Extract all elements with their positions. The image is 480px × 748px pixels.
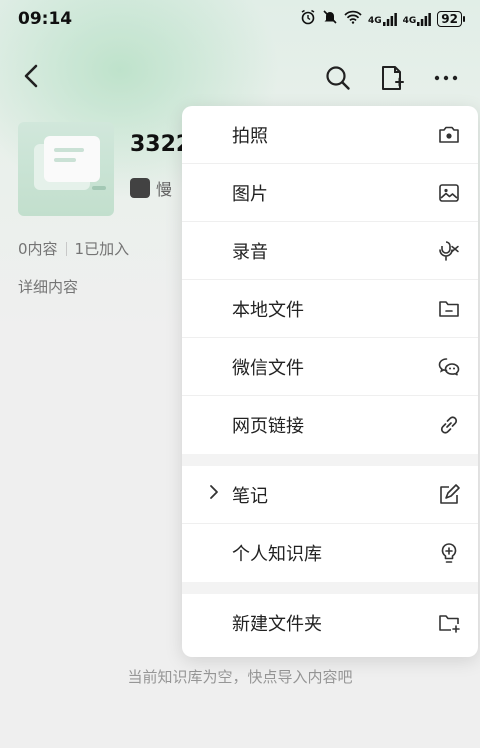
menu-item-image[interactable]: 图片 (182, 164, 478, 222)
menu-item-label: 本地文件 (232, 299, 304, 321)
menu-item-label: 网页链接 (232, 416, 304, 437)
image-icon (436, 180, 462, 206)
menu-item-camera[interactable]: 拍照 (182, 106, 478, 164)
menu-item-label: 笔记 (232, 485, 268, 507)
menu-group-divider (182, 582, 478, 594)
menu-item-record[interactable]: 录音 (182, 222, 478, 280)
menu-item-personal-kb[interactable]: 个人知识库 (182, 524, 478, 582)
new-folder-icon (436, 610, 462, 636)
wechat-icon (436, 354, 462, 380)
edit-icon (436, 482, 462, 508)
link-icon (436, 412, 462, 438)
chevron-right-icon (208, 484, 220, 505)
folder-icon (436, 296, 462, 322)
add-content-menu: 拍照 图片 录音 本地文件 微信文件 网页链接 笔记 个人知识库 新建文件夹 (182, 106, 478, 657)
menu-item-label: 新建文件夹 (232, 614, 322, 635)
camera-icon (436, 122, 462, 148)
menu-item-label: 微信文件 (232, 357, 304, 379)
menu-item-label: 录音 (232, 241, 268, 263)
microphone-icon (436, 238, 462, 264)
menu-item-label: 拍照 (232, 125, 268, 147)
bulb-icon (436, 540, 462, 566)
menu-item-wechat-file[interactable]: 微信文件 (182, 338, 478, 396)
menu-item-local-file[interactable]: 本地文件 (182, 280, 478, 338)
menu-item-label: 图片 (232, 183, 268, 205)
menu-item-web-link[interactable]: 网页链接 (182, 396, 478, 454)
menu-item-new-folder[interactable]: 新建文件夹 (182, 594, 478, 652)
menu-item-notes[interactable]: 笔记 (182, 466, 478, 524)
menu-item-label: 个人知识库 (232, 544, 322, 565)
menu-group-divider (182, 454, 478, 466)
